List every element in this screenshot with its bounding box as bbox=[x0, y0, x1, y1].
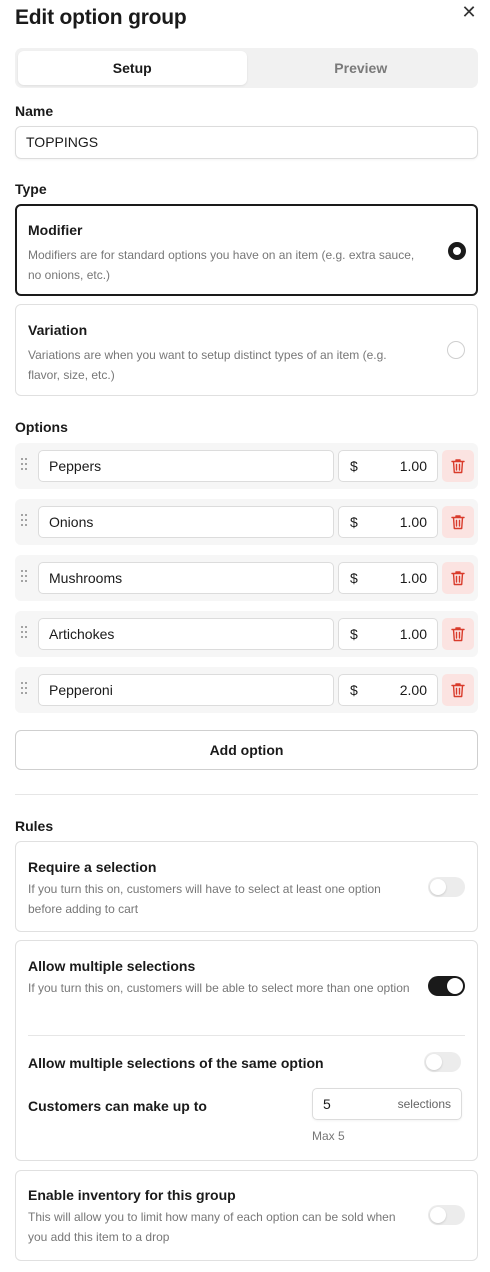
rule-description: If you turn this on, customers will be a… bbox=[28, 981, 410, 995]
type-option-description: Variations are when you want to setup di… bbox=[28, 348, 387, 382]
currency-symbol: $ bbox=[350, 682, 358, 698]
type-option-variation[interactable]: Variation Variations are when you want t… bbox=[15, 304, 478, 396]
trash-icon bbox=[451, 683, 465, 698]
type-option-title: Variation bbox=[28, 322, 88, 338]
option-name-input[interactable]: Mushrooms bbox=[38, 562, 334, 594]
option-row: Artichokes $1.00 bbox=[15, 611, 478, 657]
option-name-input[interactable]: Onions bbox=[38, 506, 334, 538]
rule-multiple-selections: Allow multiple selections If you turn th… bbox=[15, 940, 478, 1161]
currency-symbol: $ bbox=[350, 570, 358, 586]
selection-limit-note: Max 5 bbox=[312, 1129, 345, 1143]
option-price: 1.00 bbox=[399, 626, 427, 642]
option-price: 2.00 bbox=[399, 682, 427, 698]
option-row: Mushrooms $1.00 bbox=[15, 555, 478, 601]
type-option-modifier[interactable]: Modifier Modifiers are for standard opti… bbox=[15, 204, 478, 296]
same-option-label: Allow multiple selections of the same op… bbox=[28, 1055, 324, 1071]
option-price-input[interactable]: $1.00 bbox=[338, 562, 438, 594]
selection-limit-unit: selections bbox=[397, 1097, 451, 1111]
tab-bar: Setup Preview bbox=[15, 48, 478, 88]
currency-symbol: $ bbox=[350, 514, 358, 530]
delete-option-button[interactable] bbox=[442, 674, 474, 706]
option-row: Onions $1.00 bbox=[15, 499, 478, 545]
delete-option-button[interactable] bbox=[442, 506, 474, 538]
close-icon[interactable]: ✕ bbox=[459, 3, 479, 22]
rule-description: If you turn this on, customers will have… bbox=[28, 882, 381, 916]
rules-label: Rules bbox=[15, 818, 54, 834]
rule-inventory: Enable inventory for this group This wil… bbox=[15, 1170, 478, 1261]
modifier-radio[interactable] bbox=[448, 242, 466, 260]
option-price: 1.00 bbox=[399, 570, 427, 586]
delete-option-button[interactable] bbox=[442, 562, 474, 594]
option-row: Pepperoni $2.00 bbox=[15, 667, 478, 713]
name-label: Name bbox=[15, 103, 54, 119]
option-price: 1.00 bbox=[399, 458, 427, 474]
inventory-toggle[interactable] bbox=[428, 1205, 465, 1225]
delete-option-button[interactable] bbox=[442, 450, 474, 482]
rule-require-selection: Require a selection If you turn this on,… bbox=[15, 841, 478, 932]
rule-title: Require a selection bbox=[28, 859, 157, 875]
page-title: Edit option group bbox=[15, 6, 187, 29]
same-option-toggle[interactable] bbox=[424, 1052, 461, 1072]
require-selection-toggle[interactable] bbox=[428, 877, 465, 897]
trash-icon bbox=[451, 459, 465, 474]
option-name-input[interactable]: Peppers bbox=[38, 450, 334, 482]
drag-handle-icon[interactable] bbox=[21, 514, 31, 528]
option-price-input[interactable]: $1.00 bbox=[338, 618, 438, 650]
card-divider bbox=[28, 1035, 465, 1036]
rule-title: Enable inventory for this group bbox=[28, 1187, 236, 1203]
variation-radio[interactable] bbox=[447, 341, 465, 359]
trash-icon bbox=[451, 627, 465, 642]
tab-preview[interactable]: Preview bbox=[247, 51, 476, 85]
type-option-title: Modifier bbox=[28, 222, 83, 238]
currency-symbol: $ bbox=[350, 626, 358, 642]
section-divider bbox=[15, 794, 478, 795]
option-price-input[interactable]: $2.00 bbox=[338, 674, 438, 706]
drag-handle-icon[interactable] bbox=[21, 682, 31, 696]
rule-description: This will allow you to limit how many of… bbox=[28, 1210, 396, 1244]
name-input[interactable]: TOPPINGS bbox=[15, 126, 478, 159]
option-price-input[interactable]: $1.00 bbox=[338, 450, 438, 482]
selection-limit-input[interactable]: 5 selections bbox=[312, 1088, 462, 1120]
type-label: Type bbox=[15, 181, 47, 197]
drag-handle-icon[interactable] bbox=[21, 626, 31, 640]
selection-limit-value: 5 bbox=[323, 1096, 331, 1112]
tab-setup[interactable]: Setup bbox=[18, 51, 247, 85]
option-row: Peppers $1.00 bbox=[15, 443, 478, 489]
rule-title: Allow multiple selections bbox=[28, 958, 196, 974]
header: Edit option group ✕ bbox=[15, 3, 477, 34]
options-label: Options bbox=[15, 419, 68, 435]
delete-option-button[interactable] bbox=[442, 618, 474, 650]
trash-icon bbox=[451, 571, 465, 586]
currency-symbol: $ bbox=[350, 458, 358, 474]
drag-handle-icon[interactable] bbox=[21, 458, 31, 472]
option-price: 1.00 bbox=[399, 514, 427, 530]
multiple-selections-toggle[interactable] bbox=[428, 976, 465, 996]
drag-handle-icon[interactable] bbox=[21, 570, 31, 584]
trash-icon bbox=[451, 515, 465, 530]
selection-limit-label: Customers can make up to bbox=[28, 1098, 207, 1114]
option-name-input[interactable]: Artichokes bbox=[38, 618, 334, 650]
type-option-description: Modifiers are for standard options you h… bbox=[28, 248, 415, 282]
option-name-input[interactable]: Pepperoni bbox=[38, 674, 334, 706]
add-option-button[interactable]: Add option bbox=[15, 730, 478, 770]
option-price-input[interactable]: $1.00 bbox=[338, 506, 438, 538]
